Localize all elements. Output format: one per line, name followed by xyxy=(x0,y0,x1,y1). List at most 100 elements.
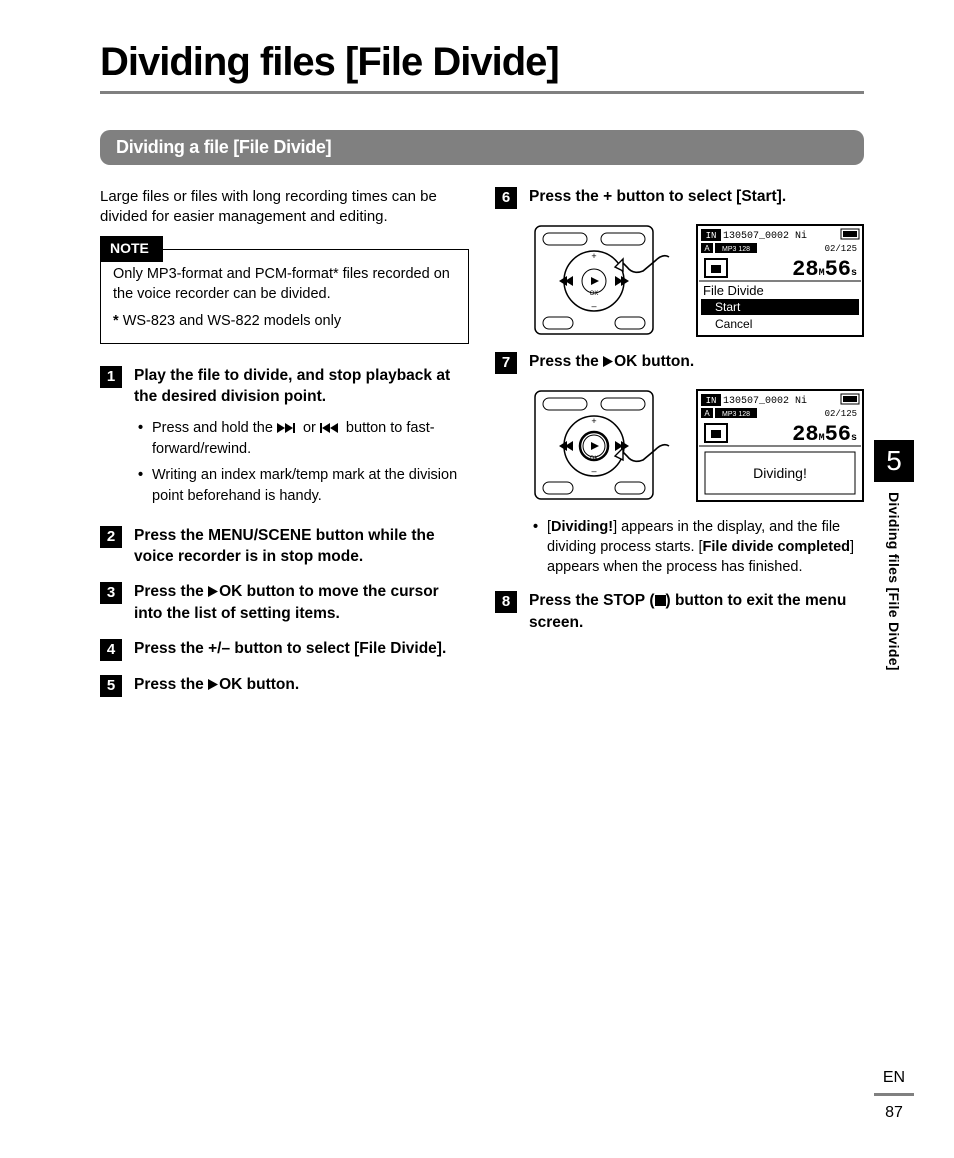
note-box: NOTE Only MP3-format and PCM-format* fil… xyxy=(100,249,469,344)
page-footer: EN 87 xyxy=(874,1069,914,1122)
play-icon xyxy=(208,583,219,604)
rewind-icon xyxy=(320,419,342,439)
display-text: Dividing! xyxy=(551,519,613,535)
step-text: Press the xyxy=(529,188,603,205)
step-head: Press the STOP () button to exit the men… xyxy=(529,591,864,634)
step-6: 6 Press the + button to select [Start]. xyxy=(495,187,864,209)
step-head: Press the OK button. xyxy=(529,352,864,374)
step-text: button. xyxy=(637,353,694,370)
step-4: 4 Press the +/– button to select [File D… xyxy=(100,639,469,661)
step-text: Press the xyxy=(529,592,603,609)
svg-text:A: A xyxy=(704,244,710,253)
menu-item: Start xyxy=(741,188,776,205)
lcd-screen-dividing: IN 130507_0002 Ni A MP3 128 02/125 28M56… xyxy=(695,388,845,503)
step-head: Press the MENU/SCENE button while the vo… xyxy=(134,526,469,568)
svg-text:OK: OK xyxy=(590,456,599,462)
step-head: Press the + button to select [Start]. xyxy=(529,187,864,208)
footnote-text: WS-823 and WS-822 models only xyxy=(123,313,341,329)
svg-text:MP3 128: MP3 128 xyxy=(722,411,750,418)
page-number: 87 xyxy=(874,1104,914,1122)
step-number: 8 xyxy=(495,591,517,613)
svg-text:A: A xyxy=(704,409,710,418)
svg-text:02/125: 02/125 xyxy=(825,409,857,419)
step-6-figures: OK + – xyxy=(529,223,864,338)
svg-text:MP3 128: MP3 128 xyxy=(722,246,750,253)
step-1: 1 Play the file to divide, and stop play… xyxy=(100,366,469,512)
svg-text:Cancel: Cancel xyxy=(715,317,752,331)
step-number: 5 xyxy=(100,675,122,697)
section-heading: Dividing a file [File Divide] xyxy=(100,130,864,165)
side-tab: 5 Dividing files [File Divide] xyxy=(874,440,914,675)
step-bullet: Writing an index mark/temp mark at the d… xyxy=(138,465,469,506)
display-text: File divide completed xyxy=(703,539,850,555)
controller-diagram: OK + – xyxy=(529,223,679,338)
svg-text:File Divide: File Divide xyxy=(703,283,764,298)
footnote-marker: * xyxy=(113,313,119,329)
step-number: 4 xyxy=(100,639,122,661)
step-bullet: Press and hold the or button to fast-for… xyxy=(138,418,469,460)
button-label: + xyxy=(603,188,612,205)
button-label: STOP xyxy=(603,592,645,609)
step-5: 5 Press the OK button. xyxy=(100,675,469,697)
step-7: 7 Press the OK button. xyxy=(495,352,864,374)
step-head: Play the file to divide, and stop playba… xyxy=(134,366,469,408)
intro-text: Large files or files with long recording… xyxy=(100,187,469,228)
step-text: ( xyxy=(645,592,654,609)
menu-item: File Divide xyxy=(359,640,437,657)
lcd-screen-start: IN 130507_0002 Ni A MP3 128 02/125 28M56… xyxy=(695,223,845,338)
step-bullet: [Dividing!] appears in the display, and … xyxy=(533,517,864,578)
step-text: button. xyxy=(242,676,299,693)
step-head: Press the +/– button to select [File Div… xyxy=(134,639,469,660)
step-text: Press the xyxy=(529,353,603,370)
fast-forward-icon xyxy=(277,419,299,439)
note-footnote: * WS-823 and WS-822 models only xyxy=(113,311,456,331)
stop-icon xyxy=(655,592,666,613)
language-code: EN xyxy=(874,1069,914,1096)
svg-text:28M56s: 28M56s xyxy=(792,257,857,282)
bullet-text: Press and hold the xyxy=(152,420,277,436)
svg-text:28M56s: 28M56s xyxy=(792,422,857,447)
button-label: +/– xyxy=(208,640,230,657)
svg-text:+: + xyxy=(591,251,596,261)
svg-text:130507_0002 Ni: 130507_0002 Ni xyxy=(723,230,807,242)
note-label: NOTE xyxy=(100,236,163,262)
step-text: Press the xyxy=(134,527,208,544)
button-label: OK xyxy=(219,583,242,600)
step-text: ]. xyxy=(437,640,446,657)
step-7-figures: OK + – xyxy=(529,388,864,503)
button-label: MENU/SCENE xyxy=(208,527,311,544)
bullet-text: or xyxy=(299,420,320,436)
title-rule xyxy=(100,91,864,94)
svg-text:–: – xyxy=(591,301,596,311)
step-number: 1 xyxy=(100,366,122,388)
step-3: 3 Press the OK button to move the cursor… xyxy=(100,582,469,625)
play-icon xyxy=(603,353,614,374)
svg-text:IN: IN xyxy=(706,231,717,241)
step-text: button to select [ xyxy=(612,188,741,205)
controller-diagram: OK + – xyxy=(529,388,679,503)
step-number: 6 xyxy=(495,187,517,209)
button-label: OK xyxy=(614,353,637,370)
side-label: Dividing files [File Divide] xyxy=(886,488,902,675)
svg-text:Dividing!: Dividing! xyxy=(753,465,807,481)
svg-text:130507_0002 Ni: 130507_0002 Ni xyxy=(723,395,807,407)
step-number: 3 xyxy=(100,582,122,604)
step-text: Press the xyxy=(134,676,208,693)
svg-text:+: + xyxy=(591,416,596,426)
step-head: Press the OK button to move the cursor i… xyxy=(134,582,469,625)
step-head: Press the OK button. xyxy=(134,675,469,697)
svg-text:OK: OK xyxy=(590,291,599,297)
step-2: 2 Press the MENU/SCENE button while the … xyxy=(100,526,469,568)
step-text: ]. xyxy=(777,188,786,205)
svg-text:IN: IN xyxy=(706,396,717,406)
note-body: Only MP3-format and PCM-format* files re… xyxy=(113,264,456,305)
svg-text:Start: Start xyxy=(715,300,741,314)
svg-text:–: – xyxy=(591,466,596,476)
chapter-number: 5 xyxy=(874,440,914,482)
step-text: Press the xyxy=(134,583,208,600)
svg-text:02/125: 02/125 xyxy=(825,244,857,254)
step-8: 8 Press the STOP () button to exit the m… xyxy=(495,591,864,634)
page-title: Dividing files [File Divide] xyxy=(100,40,864,85)
play-icon xyxy=(208,676,219,697)
step-number: 2 xyxy=(100,526,122,548)
